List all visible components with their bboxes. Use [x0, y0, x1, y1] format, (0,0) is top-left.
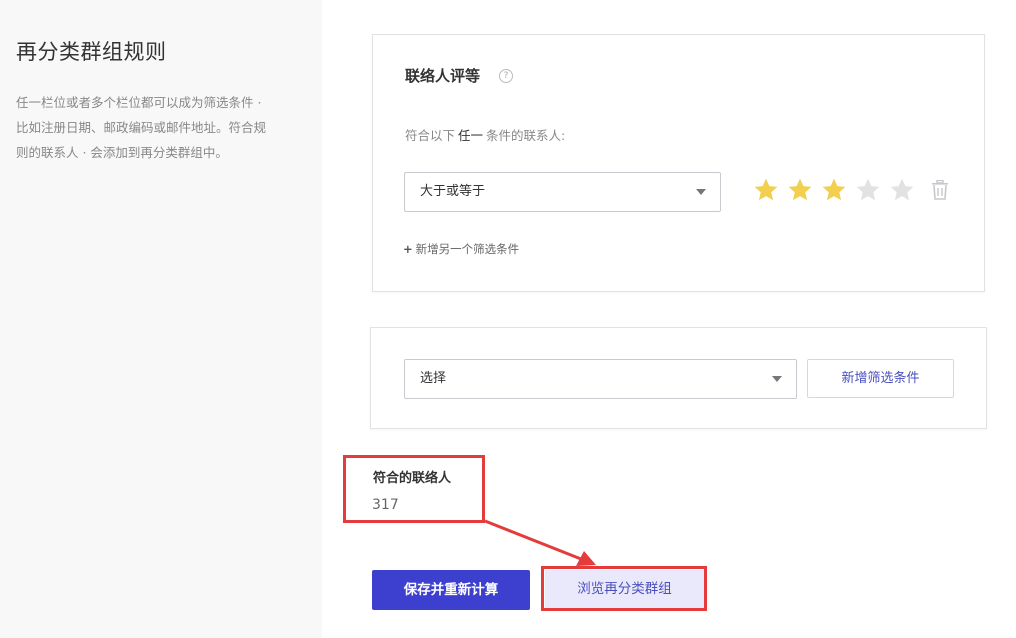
- operator-select[interactable]: 大于或等于: [404, 172, 721, 212]
- chevron-down-icon: [772, 376, 782, 382]
- save-recalculate-button[interactable]: 保存并重新计算: [372, 570, 530, 610]
- filter-field-select-value: 选择: [420, 371, 447, 386]
- contact-rating-card: 联络人评等 ? 符合以下 任一 条件的联系人: 大于或等于 + 新增另一个筛选条件: [372, 34, 985, 292]
- filter-field-select[interactable]: 选择: [404, 359, 797, 399]
- matched-contacts-label: 符合的联络人: [373, 471, 452, 486]
- match-condition-text: 符合以下 任一 条件的联系人:: [405, 125, 565, 144]
- highlight-box-count: [343, 455, 485, 523]
- highlight-box-browse: [541, 566, 707, 611]
- sidebar: 再分类群组规则 任一栏位或者多个栏位都可以成为筛选条件 · 比如注册日期、邮政编…: [0, 0, 322, 638]
- star-rating[interactable]: [753, 177, 915, 203]
- add-another-condition-link[interactable]: + 新增另一个筛选条件: [403, 241, 519, 257]
- page-description: 任一栏位或者多个栏位都可以成为筛选条件 · 比如注册日期、邮政编码或邮件地址。符…: [16, 95, 267, 160]
- rating-card-title: 联络人评等: [405, 67, 481, 85]
- star-empty-icon[interactable]: [889, 177, 915, 203]
- match-suffix: 条件的联系人:: [486, 128, 566, 143]
- star-filled-icon[interactable]: [821, 177, 847, 203]
- page-title: 再分类群组规则: [16, 40, 167, 64]
- star-filled-icon[interactable]: [787, 177, 813, 203]
- help-icon[interactable]: ?: [499, 69, 513, 83]
- star-empty-icon[interactable]: [855, 177, 881, 203]
- match-keyword[interactable]: 任一: [458, 128, 483, 143]
- star-filled-icon[interactable]: [753, 177, 779, 203]
- match-prefix: 符合以下: [405, 128, 456, 143]
- filter-card: 选择 新增筛选条件: [370, 327, 987, 429]
- add-filter-button[interactable]: 新增筛选条件: [807, 359, 954, 398]
- operator-select-value: 大于或等于: [420, 184, 486, 199]
- matched-contacts-count: 317: [372, 497, 399, 513]
- trash-icon[interactable]: [931, 180, 949, 200]
- chevron-down-icon: [696, 189, 706, 195]
- plus-icon: +: [403, 242, 413, 256]
- add-another-condition-label: 新增另一个筛选条件: [415, 242, 520, 256]
